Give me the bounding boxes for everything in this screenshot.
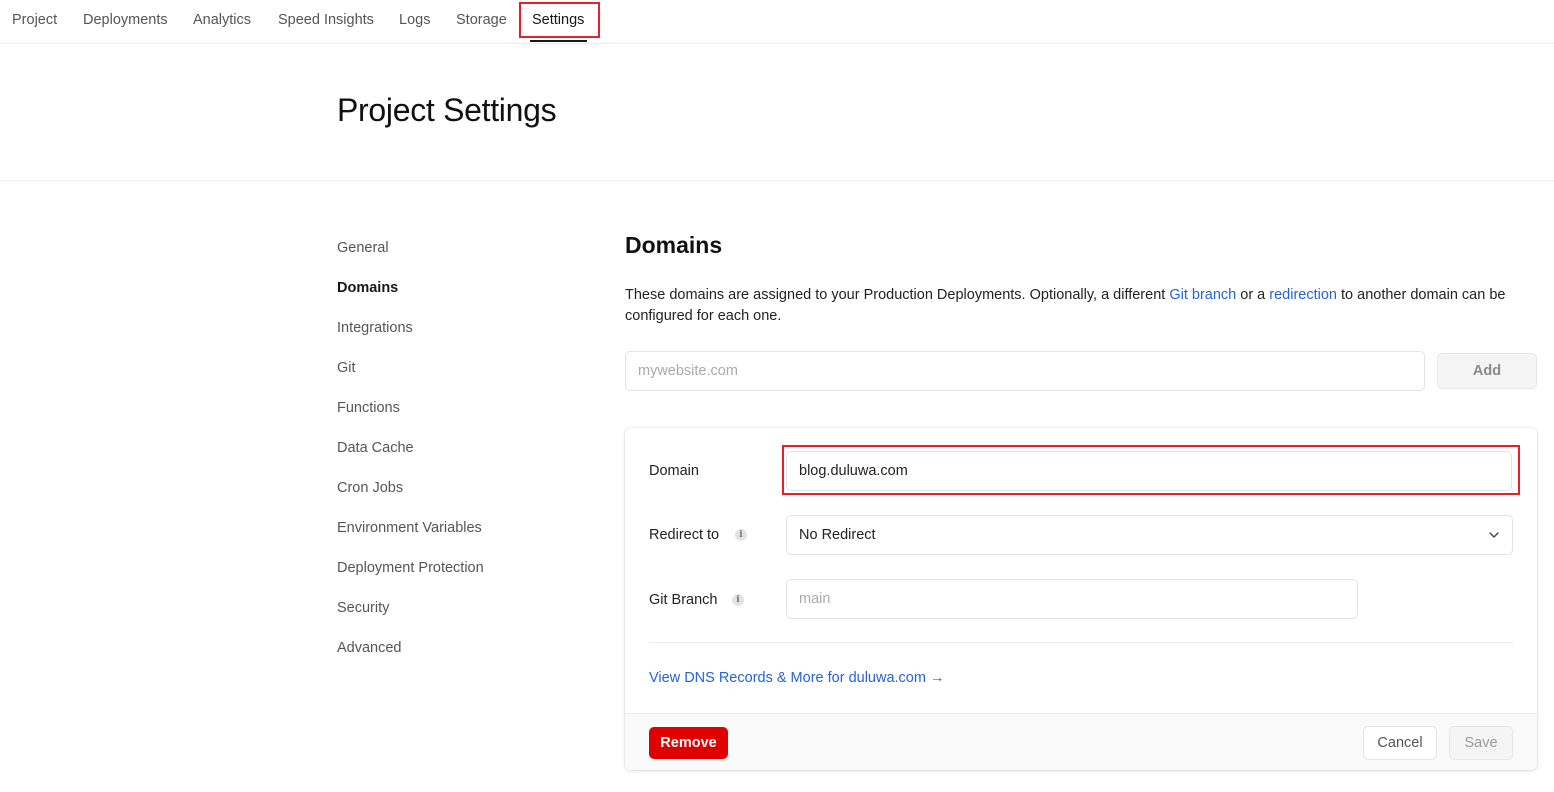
tab-storage[interactable]: Storage (456, 0, 507, 42)
description-text: These domains are assigned to your Produ… (625, 287, 1170, 303)
description-text: or a (1236, 287, 1270, 303)
domains-description: These domains are assigned to your Produ… (625, 285, 1540, 327)
active-tab-indicator (530, 40, 587, 42)
card-divider (649, 642, 1513, 643)
sidebar-item-git[interactable]: Git (337, 360, 356, 376)
page-title: Project Settings (337, 92, 557, 128)
git-branch-label: Git Branch (649, 592, 718, 608)
sidebar-item-general[interactable]: General (337, 240, 389, 256)
domain-card: Domain Redirect to i No Redirect Git Bra… (625, 428, 1537, 770)
tab-analytics[interactable]: Analytics (193, 0, 251, 42)
view-dns-records-link[interactable]: View DNS Records & More for duluwa.com → (649, 670, 944, 686)
sidebar-item-security[interactable]: Security (337, 600, 389, 616)
info-icon: i (735, 529, 747, 541)
git-branch-link[interactable]: Git branch (1169, 287, 1236, 303)
tab-project[interactable]: Project (12, 0, 57, 42)
remove-button[interactable]: Remove (649, 727, 728, 759)
add-domain-button[interactable]: Add (1437, 353, 1537, 389)
redirect-label: Redirect to (649, 527, 720, 543)
tab-deployments[interactable]: Deployments (83, 0, 168, 42)
tab-settings[interactable]: Settings (532, 0, 584, 42)
redirect-select[interactable]: No Redirect (786, 515, 1513, 555)
new-domain-input[interactable] (625, 351, 1425, 391)
sidebar-item-environment-variables[interactable]: Environment Variables (337, 520, 482, 536)
chevron-down-icon (1489, 532, 1499, 538)
card-footer: Remove Cancel Save (625, 713, 1537, 770)
tab-speed-insights[interactable]: Speed Insights (278, 0, 374, 42)
git-branch-input[interactable] (786, 579, 1358, 619)
domain-input[interactable] (786, 451, 1512, 491)
sidebar-item-functions[interactable]: Functions (337, 400, 400, 416)
top-navigation: Project Deployments Analytics Speed Insi… (0, 0, 1554, 44)
page-header: Project Settings (0, 44, 1554, 181)
domain-label: Domain (649, 463, 699, 479)
save-button[interactable]: Save (1449, 726, 1513, 760)
tab-logs[interactable]: Logs (399, 0, 430, 42)
sidebar-item-cron-jobs[interactable]: Cron Jobs (337, 480, 403, 496)
redirect-selected-value: No Redirect (799, 527, 876, 543)
sidebar-item-advanced[interactable]: Advanced (337, 640, 402, 656)
cancel-button[interactable]: Cancel (1363, 726, 1437, 760)
sidebar-item-deployment-protection[interactable]: Deployment Protection (337, 560, 484, 576)
domains-section-title: Domains (625, 232, 723, 258)
sidebar-item-domains[interactable]: Domains (337, 280, 398, 296)
redirection-link[interactable]: redirection (1269, 287, 1337, 303)
info-icon: i (732, 594, 744, 606)
sidebar-item-integrations[interactable]: Integrations (337, 320, 413, 336)
sidebar-item-data-cache[interactable]: Data Cache (337, 440, 414, 456)
